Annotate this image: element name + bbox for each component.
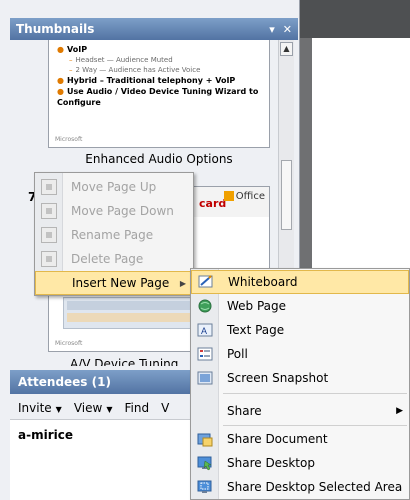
menu-item-share-document[interactable]: Share Document xyxy=(191,427,409,451)
slide-bullet: ● Hybrid – Traditional telephony + VoIP xyxy=(57,76,236,85)
thumbnails-header: Thumbnails ▾ ✕ xyxy=(10,18,298,40)
slide-footer-logo: Microsoft xyxy=(55,136,83,143)
slide-title-label: Enhanced Audio Options xyxy=(85,152,233,166)
svg-text:A: A xyxy=(201,326,207,336)
whiteboard-icon xyxy=(198,275,213,288)
insert-page-submenu: Whiteboard Web Page A Text Page Poll Scr… xyxy=(190,268,410,500)
move-up-icon xyxy=(41,179,57,195)
office-logo: Office xyxy=(223,191,265,202)
text-page-icon: A xyxy=(197,323,213,337)
find-button[interactable]: Find xyxy=(124,401,149,415)
slide-footer-logo: Microsoft xyxy=(55,340,83,347)
slide-subbullet: – Headset — Audience Muted xyxy=(69,56,173,64)
share-selected-area-icon xyxy=(197,480,212,493)
delete-icon xyxy=(41,251,57,267)
office-logo-icon xyxy=(223,191,234,201)
menu-item-insert-new-page[interactable]: Insert New Page ▶ xyxy=(35,271,193,295)
menu-separator xyxy=(223,425,407,426)
slide-subbullet: –2 Way — Audience has Active Voice xyxy=(69,66,201,74)
menu-separator xyxy=(223,393,407,394)
share-document-icon xyxy=(197,433,213,447)
panel-menu-icon[interactable]: ▾ xyxy=(269,23,275,36)
menu-item-delete-page[interactable]: Delete Page xyxy=(35,247,193,271)
share-desktop-icon xyxy=(197,456,212,471)
menu-item-share[interactable]: Share ▶ xyxy=(191,399,409,423)
globe-icon xyxy=(198,299,212,313)
slide-title-label: A/V Device Tuning Wizard xyxy=(70,357,179,366)
view-menu[interactable]: View ▼ xyxy=(74,401,113,415)
poll-icon xyxy=(197,347,213,361)
menu-item-text-page[interactable]: A Text Page xyxy=(191,318,409,342)
page-context-menu: Move Page Up Move Page Down Rename Page … xyxy=(34,172,194,296)
move-down-icon xyxy=(41,203,57,219)
menu-item-screen-snapshot[interactable]: Screen Snapshot xyxy=(191,366,409,390)
thumbnails-title: Thumbnails xyxy=(16,22,95,36)
attendees-title: Attendees (1) xyxy=(18,375,111,389)
stage-top-strip xyxy=(300,0,410,38)
menu-item-share-desktop-selected-area[interactable]: Share Desktop Selected Area xyxy=(191,475,409,499)
screen-snapshot-icon xyxy=(197,371,213,385)
menu-item-move-page-down[interactable]: Move Page Down xyxy=(35,199,193,223)
menu-item-move-page-up[interactable]: Move Page Up xyxy=(35,175,193,199)
menu-item-rename-page[interactable]: Rename Page xyxy=(35,223,193,247)
menu-item-poll[interactable]: Poll xyxy=(191,342,409,366)
menu-item-share-desktop[interactable]: Share Desktop xyxy=(191,451,409,475)
rename-icon xyxy=(41,227,57,243)
slide-title-fragment: card xyxy=(199,197,227,210)
menu-item-whiteboard[interactable]: Whiteboard xyxy=(191,270,409,294)
chevron-down-icon: ▼ xyxy=(55,404,62,414)
chevron-down-icon: ▼ xyxy=(106,404,113,414)
truncated-toolbar-button[interactable]: V xyxy=(161,401,169,415)
slide-thumbnail[interactable]: ● VoIP – Headset — Audience Muted –2 Way —… xyxy=(48,40,270,148)
panel-close-icon[interactable]: ✕ xyxy=(283,23,292,36)
menu-item-web-page[interactable]: Web Page xyxy=(191,294,409,318)
scroll-up-icon[interactable]: ▲ xyxy=(280,42,293,56)
slide-bullet: ● Use Audio / Video Device Tuning Wizard … xyxy=(57,87,259,107)
slide-bullet: ● VoIP xyxy=(57,45,88,54)
scrollbar-thumb[interactable] xyxy=(281,160,292,230)
submenu-arrow-icon: ▶ xyxy=(396,406,403,416)
invite-menu[interactable]: Invite ▼ xyxy=(18,401,62,415)
